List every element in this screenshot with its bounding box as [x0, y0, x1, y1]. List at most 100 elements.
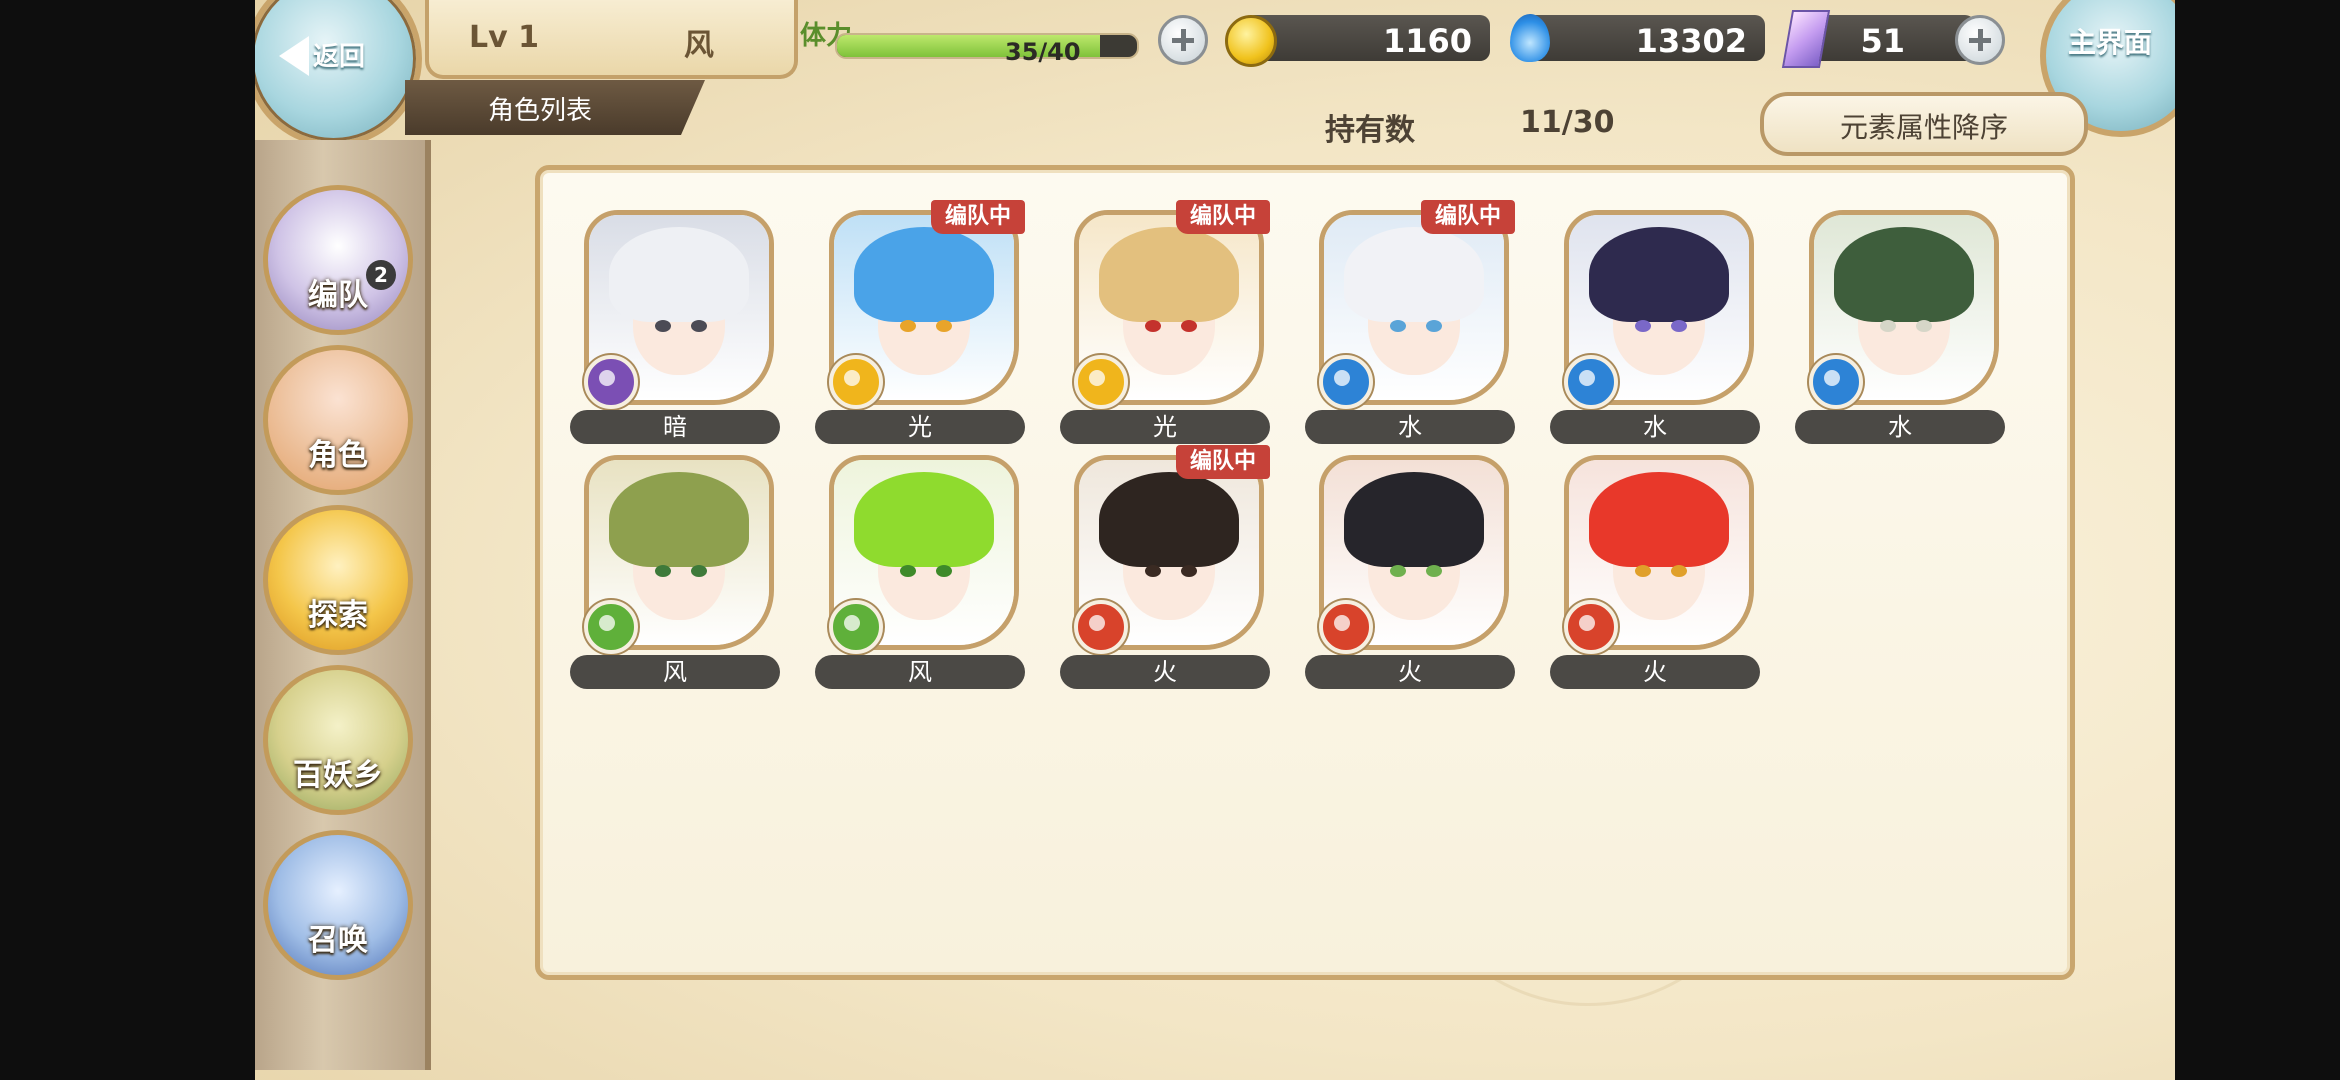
- stamina-meter: 体力 35/40: [800, 15, 1180, 66]
- add-crystal-button[interactable]: [1955, 15, 2005, 65]
- nav-item-label: 探索: [308, 598, 368, 633]
- character-eye: [691, 565, 707, 577]
- character-element-label: 水: [1550, 410, 1760, 444]
- player-element: 风: [684, 28, 714, 63]
- character-element-label: 光: [815, 410, 1025, 444]
- character-hair: [854, 472, 994, 567]
- character-card[interactable]: 编队中水: [1305, 200, 1515, 445]
- character-card[interactable]: 风: [570, 445, 780, 690]
- character-card[interactable]: 水: [1795, 200, 2005, 445]
- character-hair: [609, 227, 749, 322]
- nav-item-characters[interactable]: 角色: [263, 345, 413, 495]
- tab-character-list-label: 角色列表: [487, 96, 592, 126]
- back-label: 返回: [313, 42, 366, 72]
- level-plate: Lv 1 风: [425, 0, 798, 79]
- character-eye: [1671, 320, 1687, 332]
- gold-value: 1160: [1382, 22, 1472, 60]
- character-element-label: 光: [1060, 410, 1270, 444]
- tab-character-list: 角色列表: [405, 80, 705, 135]
- character-card[interactable]: 编队中光: [1060, 200, 1270, 445]
- sort-button[interactable]: 元素属性降序: [1760, 92, 2088, 156]
- character-eye: [1635, 565, 1651, 577]
- character-card[interactable]: 火: [1550, 445, 1760, 690]
- stamina-value: 35/40: [1005, 38, 1081, 66]
- player-level: Lv 1: [469, 20, 539, 55]
- character-eye: [1390, 565, 1406, 577]
- element-icon: [829, 355, 883, 409]
- spirit-counter: 13302: [1525, 15, 1765, 61]
- character-eye: [1181, 320, 1197, 332]
- character-eye: [936, 320, 952, 332]
- character-element-label: 风: [570, 655, 780, 689]
- nav-item-label: 编队: [308, 278, 368, 313]
- character-eye: [655, 320, 671, 332]
- gold-coin-icon: [1225, 15, 1277, 67]
- character-eye: [655, 565, 671, 577]
- character-card[interactable]: 暗: [570, 200, 780, 445]
- sort-button-label: 元素属性降序: [1839, 111, 2008, 144]
- nav-item-yokai-village[interactable]: 百妖乡: [263, 665, 413, 815]
- nav-item-explore[interactable]: 探索: [263, 505, 413, 655]
- stamina-bar: [835, 33, 1139, 59]
- home-label: 主界面: [2068, 26, 2153, 59]
- character-element-label: 水: [1305, 410, 1515, 444]
- in-team-tag: 编队中: [1175, 445, 1270, 479]
- character-card[interactable]: 风: [815, 445, 1025, 690]
- crystal-value: 51: [1860, 22, 1905, 60]
- owned-count-label: 持有数: [1325, 113, 1415, 148]
- character-card[interactable]: 编队中火: [1060, 445, 1270, 690]
- character-eye: [900, 320, 916, 332]
- in-team-tag: 编队中: [930, 200, 1025, 234]
- character-card[interactable]: 火: [1305, 445, 1515, 690]
- nav-item-label: 召唤: [308, 923, 368, 958]
- character-eye: [1426, 320, 1442, 332]
- character-hair: [1344, 472, 1484, 567]
- character-element-label: 火: [1550, 655, 1760, 689]
- character-eye: [936, 565, 952, 577]
- back-arrow-icon: [279, 36, 309, 76]
- back-button[interactable]: 返回: [255, 0, 422, 147]
- nav-item-summon[interactable]: 召唤: [263, 830, 413, 980]
- element-icon: [1319, 355, 1373, 409]
- character-eye: [1145, 565, 1161, 577]
- game-screen: 返回 Lv 1 风 角色列表 体力 35/40 1160 13302 51 主界…: [255, 0, 2175, 1080]
- element-icon: [1564, 600, 1618, 654]
- nav-item-team[interactable]: 2 编队: [263, 185, 413, 335]
- character-eye: [1635, 320, 1651, 332]
- character-hair: [854, 227, 994, 322]
- character-eye: [1916, 320, 1932, 332]
- nav-item-label: 角色: [308, 438, 368, 473]
- character-eye: [1390, 320, 1406, 332]
- character-hair: [609, 472, 749, 567]
- nav-item-label: 百妖乡: [293, 758, 383, 793]
- character-hair: [1099, 472, 1239, 567]
- character-element-label: 火: [1305, 655, 1515, 689]
- element-icon: [829, 600, 883, 654]
- character-hair: [1099, 227, 1239, 322]
- character-element-label: 风: [815, 655, 1025, 689]
- element-icon: [1074, 600, 1128, 654]
- character-eye: [900, 565, 916, 577]
- character-eye: [1880, 320, 1896, 332]
- gold-counter: 1160: [1245, 15, 1490, 61]
- character-eye: [1145, 320, 1161, 332]
- character-hair: [1344, 227, 1484, 322]
- element-icon: [1564, 355, 1618, 409]
- element-icon: [584, 355, 638, 409]
- letterbox-right: [2175, 0, 2340, 1080]
- in-team-tag: 编队中: [1420, 200, 1515, 234]
- character-hair: [1589, 227, 1729, 322]
- character-card[interactable]: 编队中光: [815, 200, 1025, 445]
- character-eye: [1426, 565, 1442, 577]
- owned-count-value: 11/30: [1520, 105, 1615, 140]
- character-card[interactable]: 水: [1550, 200, 1760, 445]
- spirit-value: 13302: [1635, 22, 1747, 60]
- in-team-tag: 编队中: [1175, 200, 1270, 234]
- element-icon: [1074, 355, 1128, 409]
- letterbox-left: [0, 0, 255, 1080]
- character-element-label: 火: [1060, 655, 1270, 689]
- character-element-label: 暗: [570, 410, 780, 444]
- character-eye: [691, 320, 707, 332]
- element-icon: [584, 600, 638, 654]
- add-stamina-button[interactable]: [1158, 15, 1208, 65]
